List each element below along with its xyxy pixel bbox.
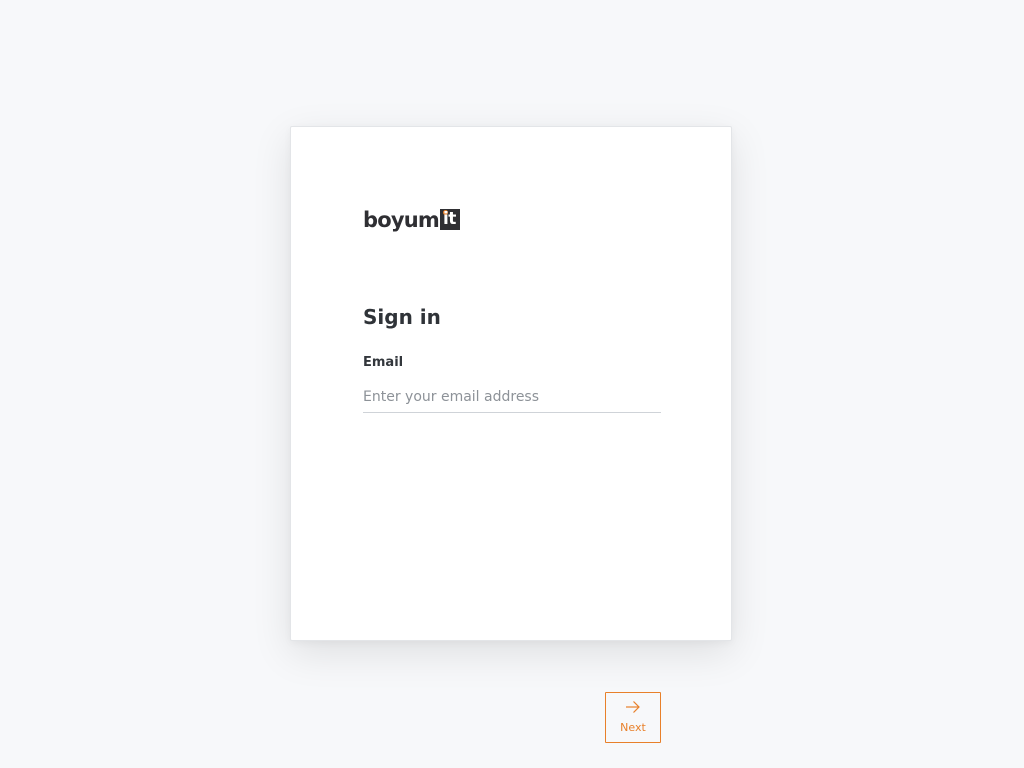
logo-text: boyum [363,208,440,232]
logo-it-text: it [442,208,456,229]
arrow-right-icon [626,701,640,713]
boyum-it-logo: boyum it [363,207,460,233]
next-button[interactable]: Next [605,692,661,743]
email-field[interactable] [363,381,661,413]
signin-card: boyum it Sign in Email [290,126,732,641]
email-label: Email [363,355,404,370]
next-label: Next [620,721,646,734]
login-page: boyumit Sign in Email Next [0,0,1024,768]
page-title: Sign in [363,305,441,329]
logo-it-box: it [439,208,460,230]
